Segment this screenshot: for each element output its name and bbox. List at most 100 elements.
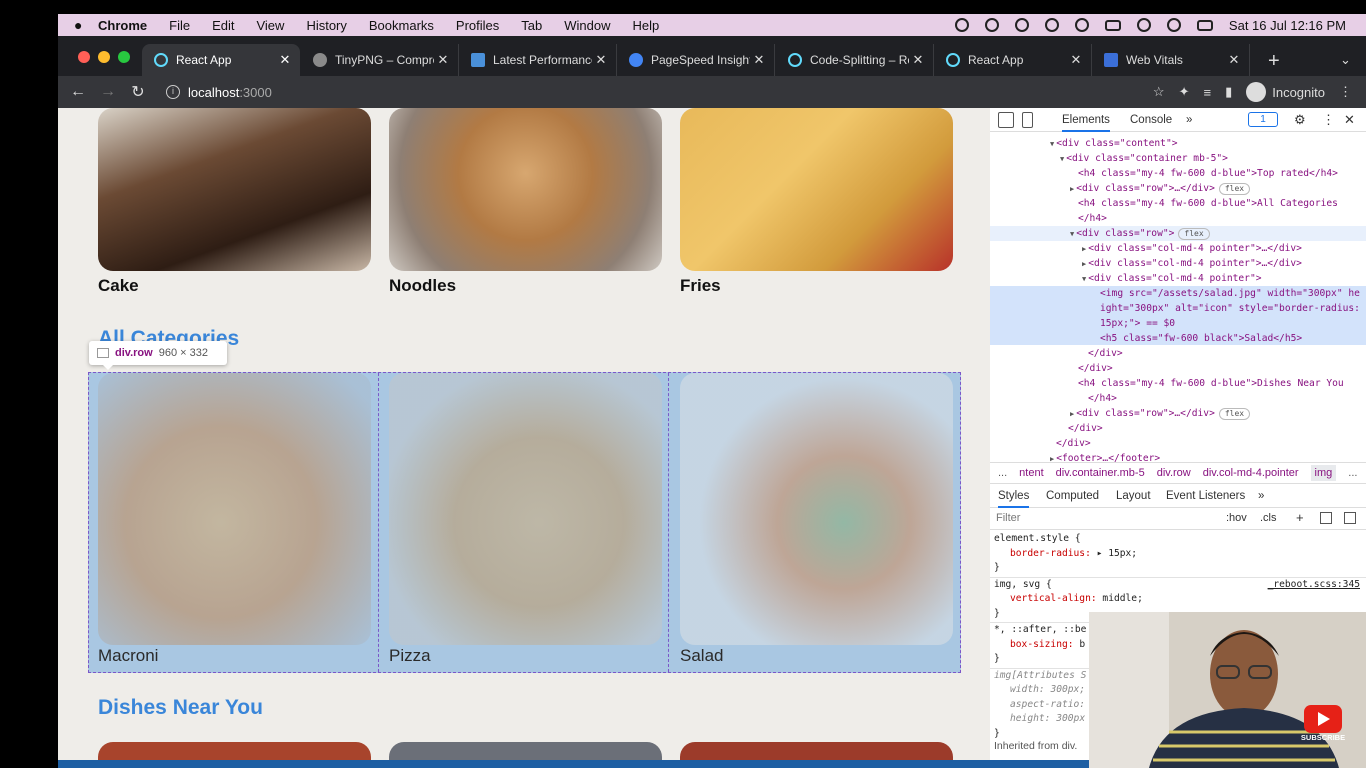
close-window-button[interactable] xyxy=(78,51,90,63)
breadcrumb-item[interactable]: div.container.mb-5 xyxy=(1056,467,1145,479)
menu-bookmarks[interactable]: Bookmarks xyxy=(369,18,434,33)
menu-edit[interactable]: Edit xyxy=(212,18,234,33)
menu-window[interactable]: Window xyxy=(564,18,610,33)
dom-node[interactable]: ▼ <div class="row"> flex xyxy=(990,226,1366,241)
forward-arrow-icon[interactable]: → xyxy=(98,83,118,101)
dom-node[interactable]: ▶ <div class="row">…</div> flex xyxy=(990,406,1366,421)
close-tab-icon[interactable]: ✕ xyxy=(1067,52,1085,68)
devtools-tab-elements[interactable]: Elements xyxy=(1062,114,1110,132)
dom-node[interactable]: ▼ <div class="content"> xyxy=(990,136,1366,151)
status-icon-2[interactable] xyxy=(984,18,999,32)
tab-computed[interactable]: Computed xyxy=(1046,490,1099,502)
more-menu-icon[interactable]: ⋮ xyxy=(1322,112,1335,128)
computed-styles-icon[interactable] xyxy=(1320,512,1332,524)
flex-badge[interactable]: flex xyxy=(1178,228,1210,240)
hov-button[interactable]: :hov xyxy=(1226,512,1247,524)
cake-image[interactable] xyxy=(98,108,371,271)
breadcrumb-item[interactable]: div.col-md-4.pointer xyxy=(1203,467,1299,479)
minimize-window-button[interactable] xyxy=(98,51,110,63)
devtools-tab-console[interactable]: Console xyxy=(1130,114,1172,126)
close-tab-icon[interactable]: ✕ xyxy=(592,52,610,68)
rule-close[interactable]: } xyxy=(994,607,1000,622)
caret-right-icon[interactable]: ▶ xyxy=(1082,245,1086,253)
dom-node[interactable]: <h4 class="my-4 fw-600 d-blue">All Categ… xyxy=(990,196,1366,211)
menu-app-name[interactable]: Chrome xyxy=(98,18,147,33)
dom-node[interactable]: </h4> xyxy=(990,391,1366,406)
fries-image[interactable] xyxy=(680,108,953,271)
status-icon-3[interactable] xyxy=(1014,18,1029,32)
caret-right-icon[interactable]: ▶ xyxy=(1082,260,1086,268)
dom-node[interactable]: </div> xyxy=(990,421,1366,436)
tab-tinypng[interactable]: TinyPNG – Compre ✕ xyxy=(301,44,459,76)
dish-image-1[interactable] xyxy=(98,742,371,760)
breadcrumb-item-current[interactable]: img xyxy=(1310,465,1337,481)
subscribe-button[interactable]: SUBSCRIBE xyxy=(1300,703,1346,745)
caret-right-icon[interactable]: ▶ xyxy=(1070,410,1074,418)
gear-icon[interactable]: ⚙ xyxy=(1294,112,1306,128)
css-selector[interactable]: *, ::after, ::be xyxy=(994,623,1086,638)
menu-help[interactable]: Help xyxy=(633,18,660,33)
new-tab-button[interactable]: + xyxy=(1268,50,1280,73)
status-icon-1[interactable] xyxy=(954,18,969,32)
search-icon[interactable] xyxy=(1166,18,1181,32)
css-property[interactable]: width: 300px; xyxy=(1010,683,1085,698)
wifi-icon[interactable] xyxy=(1136,18,1151,32)
caret-right-icon[interactable]: ▶ xyxy=(1070,185,1074,193)
breadcrumb-item[interactable]: ... xyxy=(1348,467,1357,479)
chevron-down-icon[interactable]: ⌄ xyxy=(1340,52,1351,68)
bluetooth-icon[interactable] xyxy=(1074,18,1089,32)
css-property[interactable]: aspect-ratio: xyxy=(1010,698,1085,713)
dom-node[interactable]: ▼ <div class="container mb-5"> xyxy=(990,151,1366,166)
reading-list-icon[interactable]: ≡ xyxy=(1203,85,1211,100)
control-center-icon[interactable] xyxy=(1196,19,1213,31)
more-tabs-icon[interactable]: » xyxy=(1186,114,1192,126)
inspect-element-icon[interactable] xyxy=(998,112,1014,128)
css-property[interactable]: border-radius: ▸ 15px; xyxy=(1010,547,1137,562)
close-tab-icon[interactable]: ✕ xyxy=(276,52,294,68)
tab-styles[interactable]: Styles xyxy=(998,490,1030,508)
macroni-image[interactable] xyxy=(98,373,371,645)
extensions-icon[interactable]: ✦ xyxy=(1179,84,1190,100)
dom-node[interactable]: </div> xyxy=(990,361,1366,376)
shield-icon[interactable] xyxy=(1044,18,1059,32)
css-property[interactable]: box-sizing: b xyxy=(1010,638,1085,653)
menu-file[interactable]: File xyxy=(169,18,190,33)
dom-node[interactable]: <h5 class="fw-600 black">Salad</h5> xyxy=(990,331,1366,346)
tab-layout[interactable]: Layout xyxy=(1116,490,1151,502)
new-rule-button[interactable]: + xyxy=(1296,510,1304,525)
close-tab-icon[interactable]: ✕ xyxy=(434,52,452,68)
close-tab-icon[interactable]: ✕ xyxy=(1225,52,1243,68)
tab-pagespeed[interactable]: PageSpeed Insights ✕ xyxy=(617,44,775,76)
dom-node[interactable]: ▶ <div class="col-md-4 pointer">…</div> xyxy=(990,256,1366,271)
menu-tab[interactable]: Tab xyxy=(521,18,542,33)
menu-profiles[interactable]: Profiles xyxy=(456,18,499,33)
apple-icon[interactable]: ● xyxy=(74,17,98,33)
css-selector[interactable]: element.style { xyxy=(994,532,1081,547)
rule-close[interactable]: } xyxy=(994,652,1000,667)
close-tab-icon[interactable]: ✕ xyxy=(909,52,927,68)
salad-image[interactable] xyxy=(680,373,953,645)
issues-badge[interactable]: 1 xyxy=(1248,112,1278,127)
caret-down-icon[interactable]: ▼ xyxy=(1060,155,1064,163)
battery-icon[interactable] xyxy=(1104,19,1121,31)
css-selector[interactable]: img[Attributes S xyxy=(994,669,1086,684)
noodles-image[interactable] xyxy=(389,108,662,271)
side-panel-icon[interactable]: ▮ xyxy=(1225,84,1232,100)
dish-image-3[interactable] xyxy=(680,742,953,760)
reload-icon[interactable]: ↻ xyxy=(128,82,148,102)
menu-view[interactable]: View xyxy=(256,18,284,33)
dom-node[interactable]: </h4> xyxy=(990,211,1366,226)
maximize-window-button[interactable] xyxy=(118,51,130,63)
incognito-indicator[interactable]: Incognito xyxy=(1246,82,1325,102)
tab-code-splitting[interactable]: Code-Splitting – Re ✕ xyxy=(776,44,934,76)
dom-node[interactable]: ▶ <div class="row">…</div> flex xyxy=(990,181,1366,196)
breadcrumb-item[interactable]: ... xyxy=(998,467,1007,479)
dom-node[interactable]: ▼ <div class="col-md-4 pointer"> xyxy=(990,271,1366,286)
tab-react-app-2[interactable]: React App ✕ xyxy=(934,44,1092,76)
dom-node[interactable]: ▶ <div class="col-md-4 pointer">…</div> xyxy=(990,241,1366,256)
css-selector[interactable]: img, svg { xyxy=(994,578,1052,593)
info-icon[interactable]: i xyxy=(166,85,180,99)
tab-react-app[interactable]: React App ✕ xyxy=(142,44,300,76)
caret-down-icon[interactable]: ▼ xyxy=(1070,230,1074,238)
css-property[interactable]: height: 300px xyxy=(1010,712,1085,727)
